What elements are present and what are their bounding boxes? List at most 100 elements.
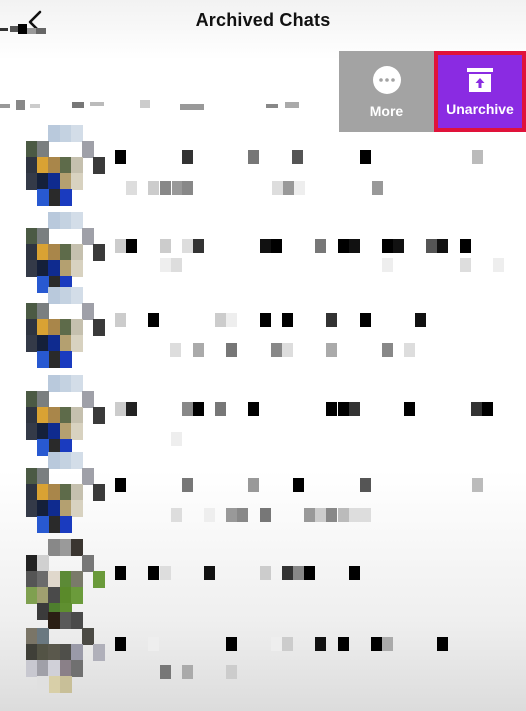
redacted-pixel [70,375,83,392]
redacted-pixel [16,100,25,110]
redacted-pixel [48,452,61,469]
redacted-pixel [70,173,83,190]
redacted-pixel [237,508,248,522]
redacted-pixel [37,335,50,352]
redacted-pixel [70,319,83,336]
redacted-pixel [26,157,38,174]
chat-row[interactable] [0,212,526,293]
redacted-pixel [326,508,337,522]
redacted-pixel [285,102,299,108]
chat-row[interactable] [0,539,526,620]
redacted-pixel [493,258,504,272]
redacted-pixel [26,660,38,677]
redacted-pixel [460,258,471,272]
redacted-pixel [37,423,50,440]
redacted-pixel [48,287,61,304]
redacted-pixel [48,571,61,588]
redacted-pixel [59,407,72,424]
redacted-pixel [26,407,38,424]
redacted-pixel [59,516,72,533]
redacted-pixel [292,150,303,164]
redacted-pixel [360,478,371,492]
redacted-pixel [115,402,126,416]
redacted-pixel [282,637,293,651]
redacted-pixel [26,260,38,277]
redacted-pixel [115,478,126,492]
redacted-pixel [48,260,61,277]
redacted-pixel [59,484,72,501]
swipe-actions: More Unarchive [339,51,526,132]
redacted-pixel [126,181,137,195]
redacted-pixel [59,287,72,304]
redacted-pixel [171,508,182,522]
chat-row[interactable] [0,287,526,368]
avatar [26,539,106,620]
redacted-pixel [59,173,72,190]
redacted-pixel [382,258,393,272]
redacted-pixel [37,260,50,277]
redacted-pixel [148,181,159,195]
redacted-pixel [82,303,94,320]
redacted-pixel [18,24,27,34]
redacted-pixel [160,566,171,580]
redacted-pixel [59,612,72,629]
nav-bar: Archived Chats [0,0,526,44]
redacted-pixel [59,125,72,142]
redacted-pixel [260,508,271,522]
redacted-pixel [294,181,305,195]
redacted-pixel [171,432,182,446]
redacted-pixel [272,181,283,195]
redacted-pixel [26,303,38,320]
redacted-pixel [204,508,215,522]
chat-row[interactable] [0,452,526,533]
redacted-pixel [282,566,293,580]
redacted-pixel [226,665,237,679]
redacted-pixel [37,189,50,206]
redacted-pixel [48,212,61,229]
chat-row[interactable] [0,375,526,456]
redacted-pixel [70,260,83,277]
redacted-pixel [382,637,393,651]
unarchive-button[interactable]: Unarchive [434,51,526,132]
redacted-pixel [160,181,171,195]
chat-row[interactable] [0,125,526,206]
redacted-pixel [37,676,50,693]
redacted-pixel [371,637,382,651]
redacted-pixel [271,637,282,651]
redacted-pixel [160,239,171,253]
redacted-pixel [93,157,106,174]
redacted-pixel [59,500,72,517]
redacted-pixel [59,539,72,556]
redacted-pixel [93,644,106,661]
redacted-pixel [37,555,50,572]
redacted-pixel [48,189,61,206]
redacted-pixel [37,407,50,424]
redacted-pixel [48,612,61,629]
redacted-pixel [37,468,50,485]
redacted-pixel [59,351,72,368]
redacted-pixel [248,402,259,416]
redacted-pixel [293,478,304,492]
redacted-pixel [115,566,126,580]
redacted-pixel [82,555,94,572]
redacted-pixel [193,343,204,357]
redacted-pixel [382,239,393,253]
redacted-pixel [115,239,126,253]
redacted-pixel [26,423,38,440]
redacted-pixel [360,508,371,522]
redacted-pixel [26,628,38,645]
redacted-pixel [315,637,326,651]
redacted-pixel [248,478,259,492]
redacted-pixel [59,676,72,693]
redacted-pixel [72,102,84,108]
redacted-pixel [215,402,226,416]
redacted-pixel [70,484,83,501]
redacted-pixel [48,587,61,604]
more-button[interactable]: More [339,51,434,132]
redacted-pixel [48,173,61,190]
redacted-pixel [471,402,482,416]
redacted-pixel [37,351,50,368]
chat-row[interactable] [0,612,526,693]
redacted-pixel [338,402,349,416]
redacted-pixel [115,313,126,327]
